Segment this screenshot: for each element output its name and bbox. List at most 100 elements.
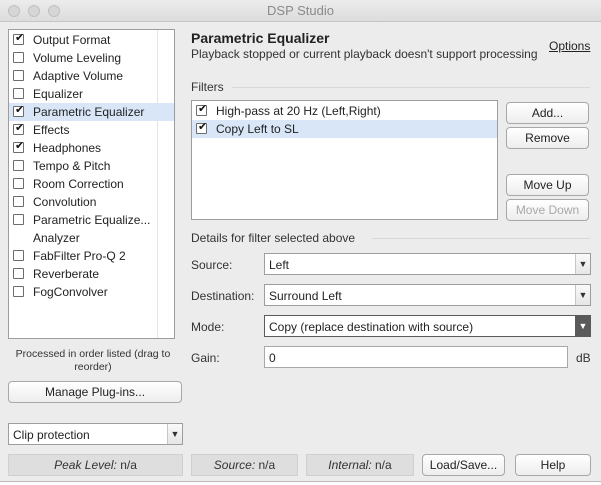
checkbox[interactable]: ✔ <box>13 140 25 153</box>
checkbox[interactable] <box>13 160 24 171</box>
dsp-studio-window: DSP Studio ✔ Output Format Volume Leveling… <box>0 0 601 481</box>
checkbox[interactable] <box>13 214 24 225</box>
source-value: Left <box>269 258 290 272</box>
reorder-note: Processed in order listed (drag to reord… <box>15 348 171 373</box>
list-item[interactable]: Tempo & Pitch <box>9 157 174 175</box>
filters-label: Filters <box>191 80 224 94</box>
checkbox[interactable]: ✔ <box>13 104 25 117</box>
list-item[interactable]: Equalizer <box>9 85 174 103</box>
destination-value: Surround Left <box>269 289 342 303</box>
list-item[interactable]: Reverberate <box>9 265 174 283</box>
peak-level-status: Peak Level: n/a <box>8 454 183 476</box>
checkmark-icon: ✔ <box>198 121 208 133</box>
list-item[interactable]: Analyzer <box>9 229 174 247</box>
list-item-label: Convolution <box>33 195 97 209</box>
chevron-down-icon[interactable]: ▼ <box>167 424 182 444</box>
list-item-label: Parametric Equalizer <box>33 105 145 119</box>
list-item-label: Effects <box>33 123 70 137</box>
remove-filter-button[interactable]: Remove <box>506 127 589 149</box>
chevron-down-icon[interactable]: ▼ <box>575 254 590 274</box>
list-item-label: FogConvolver <box>33 285 108 299</box>
filter-label: Copy Left to SL <box>216 122 299 136</box>
divider <box>232 87 590 88</box>
checkbox[interactable] <box>13 52 24 63</box>
playback-status-text: Playback stopped or current playback doe… <box>191 47 538 61</box>
title-bar[interactable]: DSP Studio <box>0 0 601 22</box>
peak-level-label: Peak Level: <box>54 458 117 472</box>
chevron-down-icon[interactable]: ▼ <box>575 316 590 336</box>
checkmark-icon: ✔ <box>15 32 25 44</box>
checkbox[interactable]: ✔ <box>196 103 208 116</box>
filter-row[interactable]: ✔ Copy Left to SL <box>192 120 497 138</box>
list-item-label: Analyzer <box>33 231 80 245</box>
manage-plugins-button[interactable]: Manage Plug-ins... <box>8 381 182 403</box>
load-save-button[interactable]: Load/Save... <box>422 454 505 476</box>
destination-select[interactable]: Surround Left ▼ <box>264 284 591 306</box>
clip-protection-select[interactable]: Clip protection ▼ <box>8 423 183 445</box>
list-item[interactable]: Convolution <box>9 193 174 211</box>
internal-status: Internal: n/a <box>306 454 414 476</box>
chevron-down-icon[interactable]: ▼ <box>575 285 590 305</box>
list-item-label: Adaptive Volume <box>33 69 124 83</box>
list-item-label: Reverberate <box>33 267 100 281</box>
source-status: Source: n/a <box>191 454 298 476</box>
list-item-label: Output Format <box>33 33 111 47</box>
mode-label: Mode: <box>191 320 225 334</box>
checkbox[interactable] <box>13 286 24 297</box>
list-item[interactable]: ✔ Parametric Equalizer <box>9 103 174 121</box>
dsp-module-list[interactable]: ✔ Output Format Volume Leveling Adaptive Vo… <box>8 29 175 339</box>
list-item-label: Parametric Equalize... <box>33 213 151 227</box>
checkmark-icon: ✔ <box>15 140 25 152</box>
filter-row[interactable]: ✔ High-pass at 20 Hz (Left,Right) <box>192 102 497 120</box>
source-status-label: Source: <box>213 458 256 472</box>
list-item-label: Tempo & Pitch <box>33 159 111 173</box>
internal-status-label: Internal: <box>328 458 372 472</box>
checkbox[interactable] <box>13 250 24 261</box>
mode-select[interactable]: Copy (replace destination with source) ▼ <box>264 315 591 337</box>
divider <box>372 238 590 239</box>
gain-label: Gain: <box>191 351 220 365</box>
options-link[interactable]: Options <box>549 39 590 53</box>
clip-protection-value: Clip protection <box>13 428 90 442</box>
destination-label: Destination: <box>191 289 255 303</box>
help-button[interactable]: Help <box>515 454 591 476</box>
checkbox[interactable] <box>13 70 24 81</box>
checkmark-icon: ✔ <box>15 122 25 134</box>
checkbox[interactable] <box>13 88 24 99</box>
checkbox[interactable]: ✔ <box>13 32 25 45</box>
list-item-label: Headphones <box>33 141 102 155</box>
list-item[interactable]: ✔ Output Format <box>9 31 174 49</box>
list-item[interactable]: Adaptive Volume <box>9 67 174 85</box>
list-item[interactable]: ✔ Headphones <box>9 139 174 157</box>
checkbox[interactable] <box>13 268 24 279</box>
gain-value: 0 <box>269 351 276 365</box>
list-item[interactable]: Volume Leveling <box>9 49 174 67</box>
source-select[interactable]: Left ▼ <box>264 253 591 275</box>
window-title: DSP Studio <box>267 3 334 18</box>
checkmark-icon: ✔ <box>198 103 208 115</box>
background-strip <box>0 481 601 485</box>
list-item-label: Equalizer <box>33 87 84 101</box>
checkbox[interactable]: ✔ <box>13 122 25 135</box>
move-down-button[interactable]: Move Down <box>506 199 589 221</box>
page-title: Parametric Equalizer <box>191 30 330 46</box>
checkbox[interactable] <box>13 178 24 189</box>
source-status-value: n/a <box>258 458 276 472</box>
list-item[interactable]: FabFilter Pro-Q 2 <box>9 247 174 265</box>
gain-unit: dB <box>576 351 591 365</box>
filters-list[interactable]: ✔ High-pass at 20 Hz (Left,Right) ✔ Copy Le… <box>191 100 498 220</box>
list-item[interactable]: ✔ Effects <box>9 121 174 139</box>
filter-label: High-pass at 20 Hz (Left,Right) <box>216 104 381 118</box>
list-item-label: Room Correction <box>33 177 124 191</box>
move-up-button[interactable]: Move Up <box>506 174 589 196</box>
list-item[interactable]: Parametric Equalize... <box>9 211 174 229</box>
details-label: Details for filter selected above <box>191 231 356 245</box>
list-item-label: Volume Leveling <box>33 51 122 65</box>
list-item[interactable]: FogConvolver <box>9 283 174 301</box>
checkmark-icon: ✔ <box>15 104 25 116</box>
checkbox[interactable] <box>13 196 24 207</box>
list-item[interactable]: Room Correction <box>9 175 174 193</box>
add-filter-button[interactable]: Add... <box>506 102 589 124</box>
checkbox[interactable]: ✔ <box>196 121 208 134</box>
gain-input[interactable]: 0 <box>264 346 568 368</box>
